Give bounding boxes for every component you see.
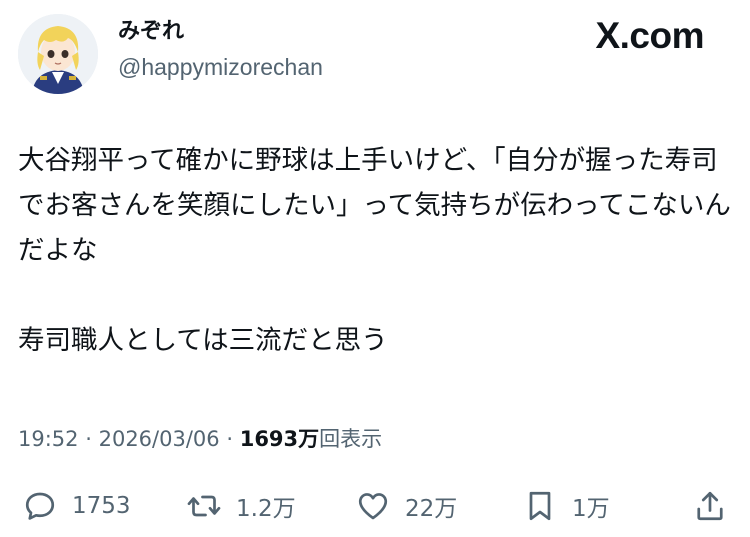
view-label: 回表示 bbox=[319, 427, 383, 451]
share-upload-icon bbox=[697, 491, 723, 521]
like-button[interactable]: 22万 bbox=[355, 486, 457, 526]
bookmark-count: 1万 bbox=[572, 496, 610, 522]
x-logo: X.com bbox=[595, 15, 704, 56]
author-display-name[interactable]: みぞれ bbox=[118, 18, 184, 46]
retweet-count: 1.2万 bbox=[236, 496, 296, 522]
reply-button[interactable]: 1753 bbox=[22, 486, 131, 526]
action-bar: 1753 1.2万 22万 1万 bbox=[0, 486, 750, 526]
like-count: 22万 bbox=[405, 496, 458, 522]
retweet-button[interactable]: 1.2万 bbox=[186, 486, 296, 526]
bookmark-icon bbox=[529, 491, 551, 521]
tweet-meta: 19:52 · 2026/03/06 · 1693万回表示 bbox=[18, 424, 382, 454]
bookmark-button[interactable]: 1万 bbox=[522, 486, 610, 526]
meta-separator: · bbox=[85, 427, 92, 451]
tweet-date[interactable]: 2026/03/06 bbox=[99, 427, 220, 451]
view-count: 1693万 bbox=[239, 427, 320, 451]
avatar-image bbox=[18, 14, 98, 94]
tweet-text: 大谷翔平って確かに野球は上手いけど、「自分が握った寿司でお客さんを笑顔にしたい」… bbox=[18, 145, 731, 356]
tweet-time[interactable]: 19:52 bbox=[18, 427, 79, 451]
retweet-arrows-icon bbox=[187, 495, 221, 517]
meta-separator-2: · bbox=[226, 427, 234, 451]
speech-bubble-icon bbox=[25, 492, 55, 520]
reply-count: 1753 bbox=[72, 493, 131, 519]
share-button[interactable] bbox=[692, 486, 728, 526]
author-handle[interactable]: @happymizorechan bbox=[118, 52, 323, 82]
heart-icon bbox=[358, 493, 388, 520]
avatar[interactable] bbox=[18, 14, 98, 94]
